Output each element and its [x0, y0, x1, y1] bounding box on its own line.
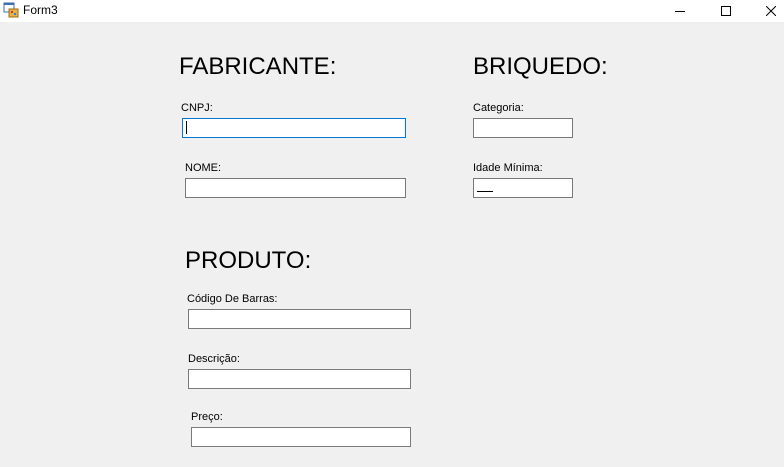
descricao-label: Descrição:	[188, 353, 240, 365]
maximize-icon	[721, 6, 731, 16]
minimize-button[interactable]	[657, 0, 703, 22]
app-icon[interactable]	[3, 2, 19, 18]
idade-minima-field[interactable]	[473, 178, 573, 198]
produto-heading: PRODUTO:	[185, 247, 312, 274]
cnpj-label: CNPJ:	[181, 102, 213, 114]
preco-field[interactable]	[191, 427, 411, 447]
text-caret	[186, 121, 187, 134]
descricao-field[interactable]	[188, 369, 411, 389]
categoria-label: Categoria:	[473, 102, 524, 114]
brinquedo-heading: BRIQUEDO:	[473, 53, 608, 80]
close-button[interactable]	[748, 0, 784, 22]
nome-field[interactable]	[185, 178, 406, 198]
close-icon	[766, 6, 776, 16]
maximize-button[interactable]	[703, 0, 749, 22]
categoria-field[interactable]	[473, 118, 573, 138]
window-title: Form3	[23, 3, 58, 17]
input-mask-placeholder	[477, 191, 493, 192]
fabricante-heading: FABRICANTE:	[179, 53, 337, 80]
cnpj-field[interactable]	[182, 118, 406, 138]
idade-minima-label: Idade Mínima:	[473, 162, 543, 174]
codigo-de-barras-label: Código De Barras:	[187, 293, 278, 305]
preco-label: Preço:	[191, 411, 223, 423]
nome-label: NOME:	[185, 162, 222, 174]
title-bar[interactable]: Form3	[0, 0, 784, 22]
codigo-de-barras-field[interactable]	[188, 309, 411, 329]
minimize-icon	[675, 11, 685, 12]
